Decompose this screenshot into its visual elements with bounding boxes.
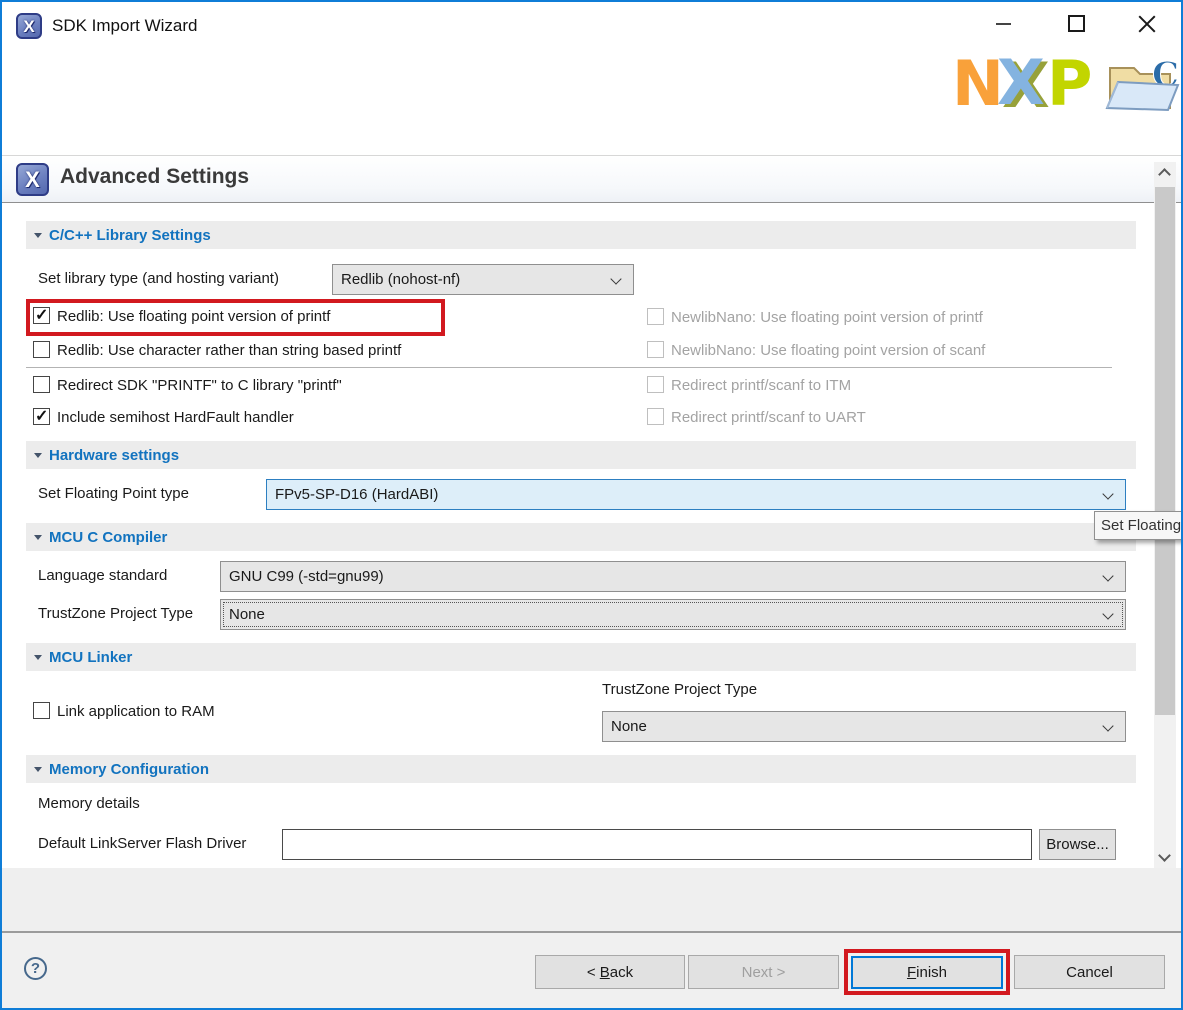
collapse-triangle-icon[interactable] — [34, 655, 42, 660]
checkbox-box — [647, 408, 664, 425]
scroll-up-icon[interactable] — [1158, 168, 1171, 181]
browse-button[interactable]: Browse... — [1039, 829, 1116, 860]
checkbox-box — [647, 341, 664, 358]
chevron-down-icon — [1102, 720, 1113, 731]
filler-band — [2, 868, 1181, 931]
highlight-rect-redlib-checkbox — [26, 299, 445, 336]
close-icon[interactable] — [1137, 14, 1157, 34]
flash-driver-label: Default LinkServer Flash Driver — [38, 829, 246, 859]
checkbox-box — [647, 376, 664, 393]
collapse-triangle-icon[interactable] — [34, 767, 42, 772]
linker-trustzone-label: TrustZone Project Type — [602, 678, 757, 702]
section-hardware-settings[interactable]: Hardware settings — [26, 441, 1136, 469]
divider — [26, 367, 1112, 368]
svg-text:P: P — [1047, 47, 1092, 117]
checkbox-box[interactable] — [33, 702, 50, 719]
language-standard-dropdown[interactable]: GNU C99 (-std=gnu99) — [220, 561, 1126, 592]
back-button[interactable]: < Back — [535, 955, 685, 989]
collapse-triangle-icon[interactable] — [34, 535, 42, 540]
library-type-dropdown[interactable]: Redlib (nohost-nf) — [332, 264, 634, 295]
tooltip: Set Floating Point type — [1094, 511, 1183, 540]
svg-text:X: X — [997, 47, 1045, 117]
floating-point-dropdown[interactable]: FPv5-SP-D16 (HardABI) — [266, 479, 1126, 510]
page-header-icon: X — [16, 163, 49, 196]
page-header: X Advanced Settings — [2, 155, 1181, 203]
window-title: SDK Import Wizard — [52, 16, 197, 36]
help-icon[interactable]: ? — [24, 957, 47, 980]
checkbox-redirect-itm: Redirect printf/scanf to ITM — [647, 374, 851, 398]
next-button: Next > — [688, 955, 839, 989]
trustzone-type-dropdown[interactable]: None — [220, 599, 1126, 630]
app-icon: X — [16, 13, 42, 39]
floating-point-label: Set Floating Point type — [38, 479, 189, 509]
checkbox-newlibnano-scanf: NewlibNano: Use floating point version o… — [647, 339, 985, 363]
checkbox-box — [647, 308, 664, 325]
app-icon-x-glyph: X — [23, 18, 34, 35]
collapse-triangle-icon[interactable] — [34, 233, 42, 238]
section-library-settings[interactable]: C/C++ Library Settings — [26, 221, 1136, 249]
maximize-icon[interactable] — [1068, 15, 1085, 32]
language-standard-label: Language standard — [38, 561, 167, 591]
checkbox-box[interactable] — [33, 341, 50, 358]
section-memory-configuration[interactable]: Memory Configuration — [26, 755, 1136, 783]
checkbox-redirect-uart: Redirect printf/scanf to UART — [647, 406, 866, 430]
chevron-down-icon — [1102, 608, 1113, 619]
button-bar: ? < Back Next > Finish Cancel — [2, 933, 1181, 1008]
cancel-button[interactable]: Cancel — [1014, 955, 1165, 989]
sdk-import-wizard-window: X SDK Import Wizard N X X P C X Advanced… — [0, 0, 1183, 1010]
memory-details-label: Memory details — [38, 792, 140, 816]
checkbox-newlibnano-printf: NewlibNano: Use floating point version o… — [647, 306, 983, 330]
checkbox-redirect-sdk-printf[interactable]: Redirect SDK "PRINTF" to C library "prin… — [33, 374, 342, 398]
checkbox-semihost-hardfault[interactable]: Include semihost HardFault handler — [33, 406, 294, 430]
collapse-triangle-icon[interactable] — [34, 453, 42, 458]
library-type-label: Set library type (and hosting variant) — [38, 264, 279, 294]
c-folder-icon: C — [1104, 52, 1182, 116]
checkbox-box[interactable] — [33, 408, 50, 425]
highlight-rect-finish-button — [844, 949, 1010, 995]
page-title: Advanced Settings — [60, 165, 249, 189]
page-header-x-glyph: X — [25, 169, 40, 191]
checkbox-box[interactable] — [33, 376, 50, 393]
checkbox-redlib-char-printf[interactable]: Redlib: Use character rather than string… — [33, 339, 401, 363]
section-mcu-c-compiler[interactable]: MCU C Compiler — [26, 523, 1136, 551]
scroll-down-icon[interactable] — [1158, 849, 1171, 862]
chevron-down-icon — [1102, 570, 1113, 581]
linker-trustzone-dropdown[interactable]: None — [602, 711, 1126, 742]
chevron-down-icon — [610, 273, 621, 284]
minimize-icon[interactable] — [996, 23, 1011, 25]
trustzone-type-label: TrustZone Project Type — [38, 599, 193, 629]
flash-driver-input[interactable] — [282, 829, 1032, 860]
scrollbar-thumb[interactable] — [1155, 187, 1175, 715]
section-mcu-linker[interactable]: MCU Linker — [26, 643, 1136, 671]
nxp-logo: N X X P — [952, 47, 1104, 117]
checkbox-link-to-ram[interactable]: Link application to RAM — [33, 700, 215, 724]
chevron-down-icon — [1102, 488, 1113, 499]
